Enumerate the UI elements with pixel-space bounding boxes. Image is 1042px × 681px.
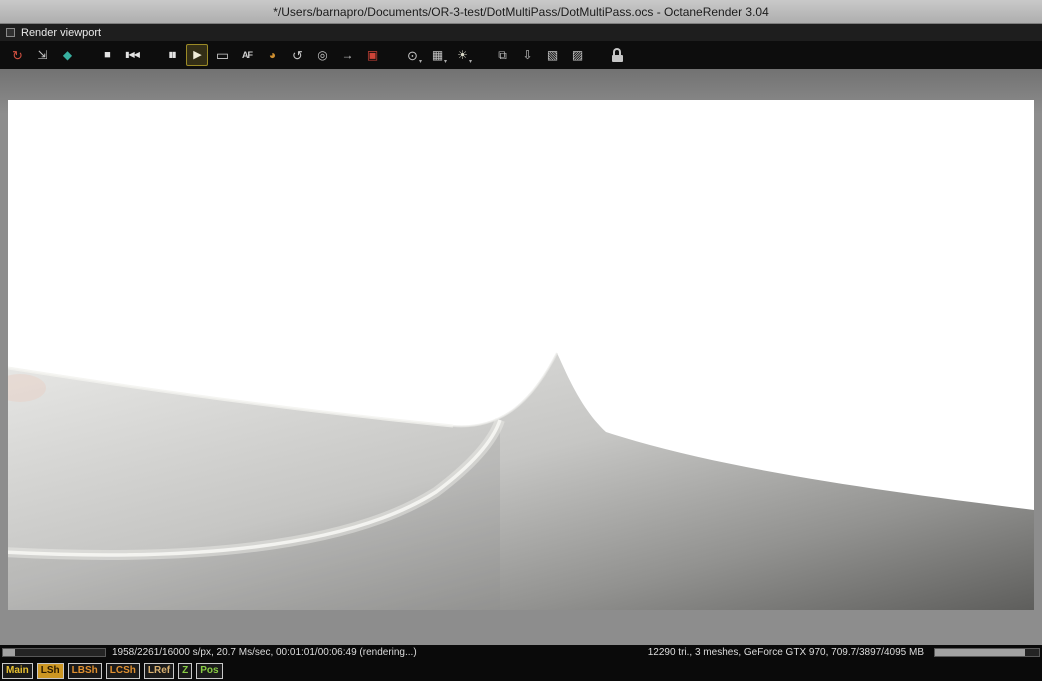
- pass-z-button[interactable]: Z: [178, 663, 193, 679]
- lock-image-icon[interactable]: [606, 44, 628, 66]
- save-render-state-icon[interactable]: ▧: [541, 44, 563, 66]
- status-bar: 1958/2261/16000 s/px, 20.7 Ms/sec, 00:01…: [0, 645, 1042, 661]
- dropdown-arrow-icon: ▾: [468, 59, 472, 65]
- window-title: */Users/barnapro/Documents/OR-3-test/Dot…: [273, 4, 769, 19]
- restart-render-icon[interactable]: ↻: [6, 44, 28, 66]
- pass-lcsh-button[interactable]: LCSh: [105, 663, 140, 679]
- white-balance-picker-icon[interactable]: ◕: [261, 44, 283, 66]
- render-image[interactable]: [8, 100, 1034, 610]
- window-titlebar[interactable]: */Users/barnapro/Documents/OR-3-test/Dot…: [0, 0, 1042, 24]
- padlock-icon: [611, 48, 623, 62]
- pass-main-button[interactable]: Main: [2, 663, 33, 679]
- material-picker-icon[interactable]: ▣: [361, 44, 383, 66]
- render-progress-bar: [2, 648, 106, 657]
- pass-pos-button[interactable]: Pos: [196, 663, 223, 679]
- pass-lref-button[interactable]: LRef: [143, 663, 175, 679]
- render-viewport-title: Render viewport: [21, 26, 102, 39]
- render-viewport-header[interactable]: Render viewport: [0, 24, 1042, 41]
- fit-view-icon[interactable]: ⇲: [31, 44, 53, 66]
- toolbar: ↻ ⇲ ◆ ■ ▮◀◀ ▮▮ ▶ ▭ AF ◕ ↺ ◎ → ▣ ⊙ ▾ ▦ ▾ ☀ ▾…: [0, 41, 1042, 69]
- render-viewport[interactable]: [0, 69, 1042, 645]
- restart-sequence-icon[interactable]: ▮◀◀: [121, 44, 143, 66]
- save-image-icon[interactable]: ⇩: [516, 44, 538, 66]
- stop-render-icon[interactable]: ■: [96, 44, 118, 66]
- display-modes-icon[interactable]: ▭: [211, 44, 233, 66]
- render-passes-bar: Main LSh LBSh LCSh LRef Z Pos: [0, 661, 1042, 681]
- copy-image-icon[interactable]: ⧉: [491, 44, 513, 66]
- pane-icon: [6, 28, 15, 37]
- object-picker-icon[interactable]: →: [336, 44, 358, 66]
- autofocus-icon[interactable]: AF: [236, 44, 258, 66]
- scene-statistics-text: 12290 tri., 3 meshes, GeForce GTX 970, 7…: [647, 647, 924, 658]
- play-icon[interactable]: ▶: [186, 44, 208, 66]
- rotate-view-icon[interactable]: ↺: [286, 44, 308, 66]
- export-passes-icon[interactable]: ▨: [566, 44, 588, 66]
- pass-lbsh-button[interactable]: LBSh: [67, 663, 102, 679]
- zoom-tool-icon[interactable]: ⊙ ▾: [401, 44, 423, 66]
- render-statistics-text: 1958/2261/16000 s/px, 20.7 Ms/sec, 00:01…: [112, 647, 417, 658]
- dropdown-arrow-icon: ▾: [418, 59, 422, 65]
- pause-icon[interactable]: ▮▮: [161, 44, 183, 66]
- focus-picker-icon[interactable]: ◎: [311, 44, 333, 66]
- dropdown-arrow-icon: ▾: [443, 59, 447, 65]
- pass-lsh-button[interactable]: LSh: [36, 663, 64, 679]
- scene-objects-icon[interactable]: ◆: [56, 44, 78, 66]
- vram-usage-fill: [935, 649, 1026, 656]
- render-priority-icon[interactable]: ☀ ▾: [451, 44, 473, 66]
- rendered-terrain-graphic: [8, 100, 1034, 610]
- region-render-icon[interactable]: ▦ ▾: [426, 44, 448, 66]
- vram-usage-bar: [934, 648, 1040, 657]
- render-progress-fill: [3, 649, 16, 656]
